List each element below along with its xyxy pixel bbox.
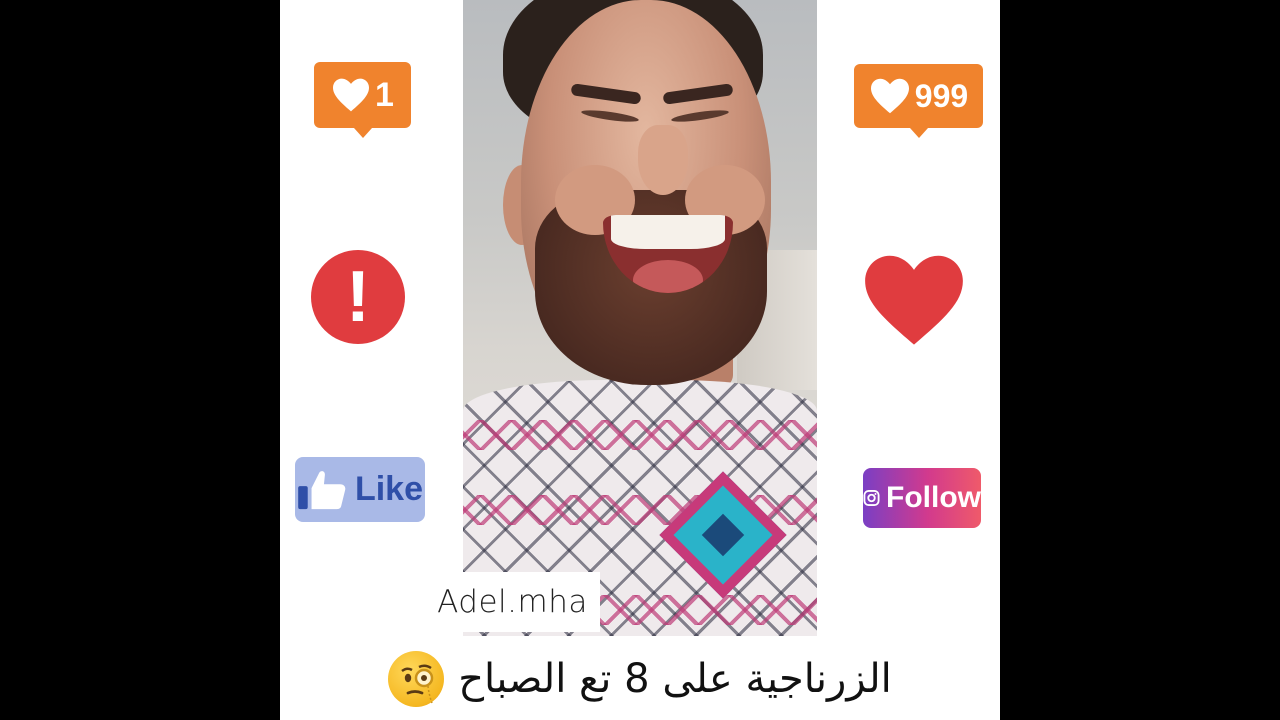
watermark: Adel.mha <box>425 572 600 632</box>
shirt-diamond-pattern <box>659 471 787 599</box>
exclamation-icon: ! <box>311 250 405 344</box>
monocle-emoji-icon <box>388 651 445 707</box>
like-notification-right: 999 <box>854 64 983 138</box>
follow-label: Follow <box>886 481 981 514</box>
heart-icon <box>863 253 965 347</box>
instagram-follow-sticker: Follow <box>863 468 981 528</box>
like-sticker: Like <box>295 457 425 522</box>
heart-icon <box>870 78 909 114</box>
heart-icon <box>333 78 370 112</box>
instagram-icon <box>863 489 880 507</box>
caption-text: الزرناجية على 8 تع الصباح <box>458 656 892 702</box>
nose <box>638 125 688 195</box>
like-count-left: 1 <box>375 75 394 114</box>
like-label: Like <box>354 470 424 508</box>
video-content <box>463 0 817 636</box>
caption: الزرناجية على 8 تع الصباح <box>280 642 1000 716</box>
like-count-right: 999 <box>914 77 969 114</box>
video-frame: 1 ! Like 999 Follow Adel.mha الزرناجية ع… <box>280 0 1000 720</box>
thumbs-up-icon <box>298 470 346 509</box>
like-notification-left: 1 <box>314 62 411 138</box>
